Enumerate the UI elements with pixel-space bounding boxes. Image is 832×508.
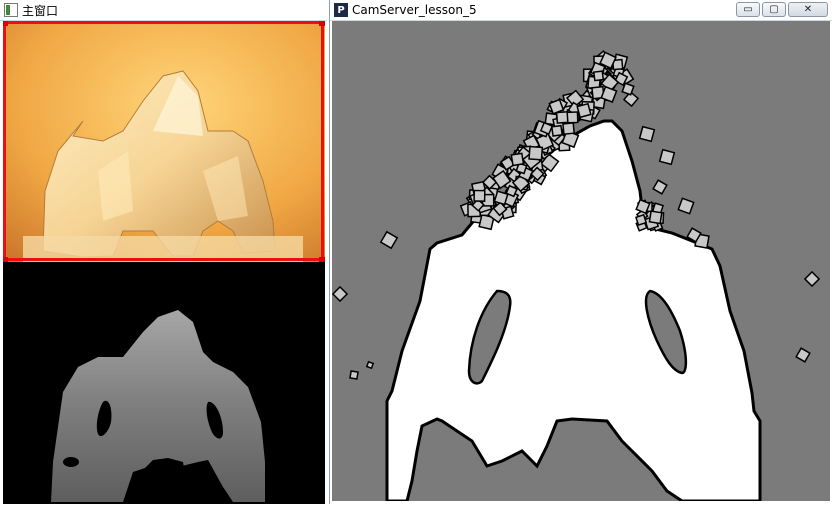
particle-square bbox=[648, 210, 663, 225]
particle-square bbox=[795, 347, 811, 363]
particle-square bbox=[566, 111, 579, 124]
sketch-canvas[interactable] bbox=[331, 21, 830, 503]
sketch-drawing bbox=[331, 50, 821, 503]
particle-square bbox=[379, 230, 399, 250]
silhouette-shape bbox=[385, 119, 762, 503]
particle-square bbox=[555, 111, 569, 124]
depth-view bbox=[3, 262, 325, 504]
particle-square bbox=[510, 152, 525, 167]
particle-square bbox=[528, 145, 544, 161]
particle-square bbox=[331, 285, 349, 303]
particle-square bbox=[652, 179, 668, 195]
main-window: 主窗口 bbox=[0, 0, 327, 504]
particle-square bbox=[658, 148, 676, 166]
window-icon bbox=[4, 3, 18, 17]
main-window-title: 主窗口 bbox=[22, 3, 59, 18]
particle-square bbox=[576, 102, 592, 119]
camera-view bbox=[3, 21, 325, 262]
close-button[interactable]: ✕ bbox=[788, 2, 828, 17]
particle-square bbox=[677, 197, 695, 215]
particle-square bbox=[803, 270, 821, 288]
particle-square bbox=[349, 370, 359, 380]
particle-square bbox=[550, 124, 564, 137]
particle-square bbox=[562, 122, 576, 136]
particle-square bbox=[638, 125, 656, 143]
camserver-window-titlebar[interactable]: P CamServer_lesson_5 ▭ ▢ ✕ bbox=[330, 0, 832, 21]
processing-p-icon: P bbox=[334, 3, 348, 17]
particle-square bbox=[592, 70, 605, 82]
camserver-window: P CamServer_lesson_5 ▭ ▢ ✕ bbox=[329, 0, 832, 504]
maximize-button[interactable]: ▢ bbox=[762, 2, 786, 17]
particle-square bbox=[365, 360, 375, 370]
particle-square bbox=[635, 213, 648, 227]
particle-square bbox=[621, 82, 635, 96]
particle-square bbox=[473, 189, 486, 202]
minimize-button[interactable]: ▭ bbox=[736, 2, 760, 17]
camserver-window-title: CamServer_lesson_5 bbox=[352, 3, 477, 17]
camera-image bbox=[3, 21, 325, 262]
depth-image bbox=[51, 310, 265, 502]
main-window-titlebar[interactable]: 主窗口 bbox=[0, 0, 327, 21]
